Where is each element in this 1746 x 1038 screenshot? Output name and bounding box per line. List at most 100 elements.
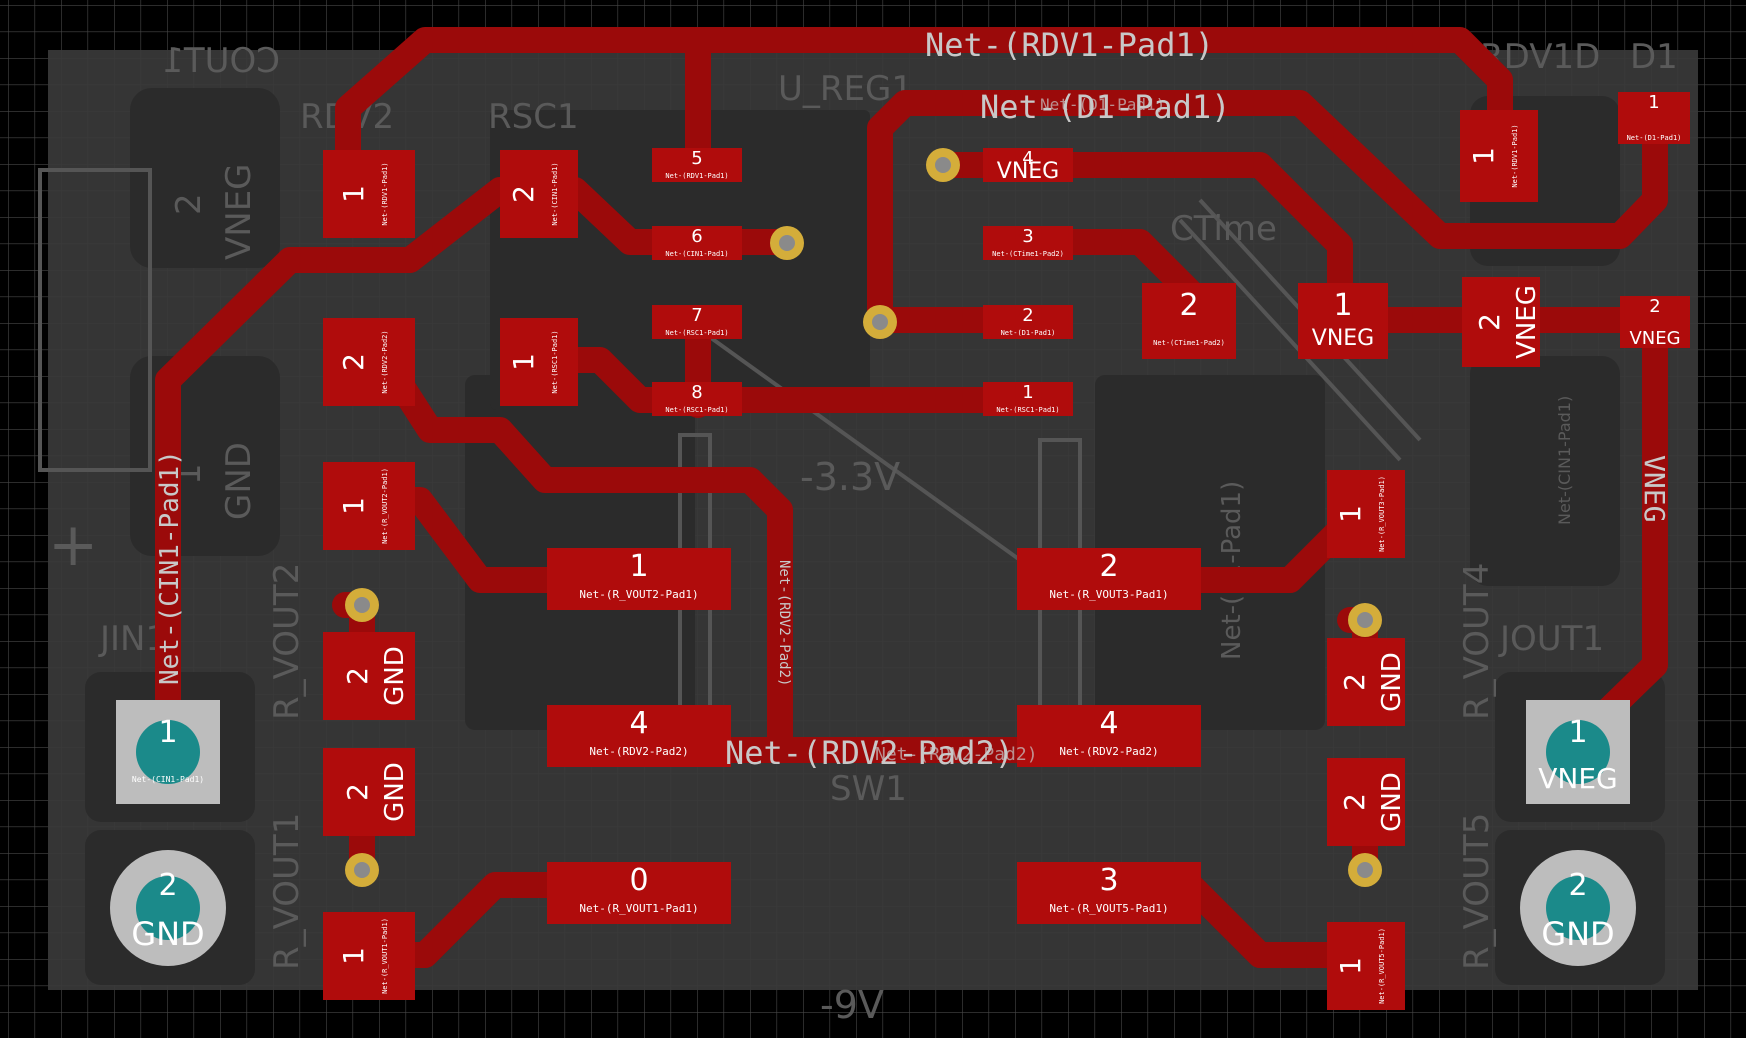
via[interactable]: [863, 305, 897, 339]
smd-pad[interactable]: 3 Net-(R_VOUT5-Pad1): [1017, 862, 1201, 924]
pad-net-label: Net-(R_VOUT3-Pad1): [1049, 588, 1168, 601]
smd-pad[interactable]: 3 Net-(CTime1-Pad2): [983, 226, 1073, 260]
pad-net-label: VNEG: [1312, 326, 1374, 351]
smd-pad[interactable]: 2 Net-(R_VOUT3-Pad1): [1017, 548, 1201, 610]
smd-pad[interactable]: 1 Net-(R_VOUT2-Pad1): [547, 548, 731, 610]
pad-net-label: Net-(R_VOUT2-Pad1): [579, 588, 698, 601]
net-label-rdv1: Net-(RDV1-Pad1): [925, 26, 1214, 64]
pad-net-label: Net-(RDV1-Pad1): [381, 162, 389, 225]
smd-pad[interactable]: 5 Net-(RDV1-Pad1): [652, 148, 742, 182]
pad-number: 1: [337, 497, 370, 515]
smd-pad[interactable]: 1 Net-(D1-Pad1): [1618, 92, 1690, 144]
connector-jin1-pin2[interactable]: 2 GND: [110, 850, 226, 966]
pad-number: 1: [1334, 957, 1367, 975]
net-label-cin1: Net-(CIN1-Pad1): [155, 450, 185, 685]
via[interactable]: [926, 148, 960, 182]
smd-pad[interactable]: 1 Net-(R_VOUT2-Pad1): [323, 462, 415, 550]
pad-number: 2: [1473, 313, 1506, 331]
via[interactable]: [345, 853, 379, 887]
pad-number: 1: [1648, 92, 1659, 113]
smd-pad[interactable]: 2 Net-(CIN1-Pad1): [500, 150, 578, 238]
pad-net-label: GND: [1377, 772, 1407, 832]
smd-pad[interactable]: 1 Net-(RSC1-Pad1): [500, 318, 578, 406]
net-label-vneg: VNEG: [1638, 455, 1671, 522]
smd-pad[interactable]: 1 Net-(RDV1-Pad1): [323, 150, 415, 238]
silk-plus: +: [48, 510, 98, 580]
pad-net-label: Net-(CIN1-Pad1): [665, 250, 728, 258]
pad-number: 8: [691, 382, 702, 403]
smd-pad[interactable]: 4 Net-(RDV2-Pad2): [1017, 705, 1201, 767]
pad-net-label: Net-(CTime1-Pad2): [992, 250, 1064, 258]
pad-number: 2: [1338, 673, 1371, 691]
smd-pad[interactable]: 2 Net-(CTime1-Pad2): [1142, 283, 1236, 359]
pad-number: 2: [1649, 296, 1660, 317]
smd-pad[interactable]: 8 Net-(RSC1-Pad1): [652, 382, 742, 416]
pcb-layout-canvas: COUT1 RDV2 RSC1 U_REG1 RDV1D D1 CTime -3…: [0, 0, 1746, 1038]
smd-pad[interactable]: 4 Net-(RDV2-Pad2): [547, 705, 731, 767]
pad-net-label: Net-(RDV1-Pad1): [665, 172, 728, 180]
pad-number: 2: [1099, 549, 1118, 584]
smd-pad[interactable]: 1 VNEG: [1298, 283, 1388, 359]
smd-pad[interactable]: 2 GND: [323, 632, 415, 720]
smd-pad[interactable]: 7 Net-(RSC1-Pad1): [652, 305, 742, 339]
connector-jin1-pin1[interactable]: 1 Net-(CIN1-Pad1): [116, 700, 220, 804]
silk-cout1: COUT1: [162, 41, 280, 81]
silk-sw1: SW1: [830, 769, 907, 809]
smd-pad[interactable]: 1 Net-(R_VOUT5-Pad1): [1327, 922, 1405, 1010]
pad-net-label: Net-(D1-Pad1): [1627, 134, 1682, 142]
pad-number: 1: [507, 353, 540, 371]
pad-number: 2: [341, 783, 374, 801]
silk-ctime: CTime: [1170, 209, 1277, 249]
smd-pad[interactable]: 2 GND: [1327, 758, 1407, 846]
smd-pad[interactable]: 4VNEG: [983, 148, 1073, 184]
pad-net-label: Net-(RDV1-Pad1): [1511, 124, 1519, 187]
smd-pad[interactable]: 0 Net-(R_VOUT1-Pad1): [547, 862, 731, 924]
smd-pad[interactable]: 2 VNEG: [1462, 277, 1542, 367]
pad-number: 1: [1022, 382, 1033, 403]
connector-jout1-pin2[interactable]: 2 GND: [1520, 850, 1636, 966]
pad-net-label: VNEG: [997, 159, 1059, 184]
pad-net-label: Net-(R_VOUT3-Pad1): [1378, 476, 1386, 552]
pad-number: 1: [1467, 147, 1500, 165]
smd-pad[interactable]: 2 Net-(D1-Pad1): [983, 305, 1073, 339]
via[interactable]: [1348, 853, 1382, 887]
connector-jout1-pin1[interactable]: 1 VNEG: [1526, 700, 1630, 804]
smd-pad[interactable]: 2 VNEG: [1620, 296, 1690, 349]
smd-pad[interactable]: 2 GND: [323, 748, 415, 836]
pad-net-label: Net-(RSC1-Pad1): [996, 406, 1059, 414]
pad-number: 4: [1099, 706, 1118, 741]
silk-rsc1: RSC1: [488, 97, 579, 137]
smd-pad[interactable]: 2 Net-(RDV2-Pad2): [323, 318, 415, 406]
pad-net-label: GND: [380, 762, 410, 822]
smd-pad[interactable]: 1 Net-(RDV1-Pad1): [1460, 110, 1538, 202]
via[interactable]: [345, 588, 379, 622]
pad-net-label: Net-(R_VOUT5-Pad1): [1049, 902, 1168, 915]
svg-text:GND: GND: [1541, 915, 1614, 953]
pad-number: 1: [337, 185, 370, 203]
svg-text:1: 1: [158, 715, 177, 750]
smd-pad[interactable]: 6 Net-(CIN1-Pad1): [652, 226, 742, 260]
pad-number: 5: [691, 148, 702, 169]
pad-net-label: Net-(R_VOUT1-Pad1): [579, 902, 698, 915]
pad-net-label: Net-(RSC1-Pad1): [665, 406, 728, 414]
via[interactable]: [1348, 603, 1382, 637]
svg-text:2: 2: [1568, 868, 1587, 903]
net-label-rdv2-vertical: Net-(RDV2-Pad2): [776, 560, 792, 686]
smd-pad[interactable]: 1 Net-(RSC1-Pad1): [983, 382, 1073, 416]
pad-net-label: Net-(RDV2-Pad2): [1059, 745, 1158, 758]
smd-pad[interactable]: 1 Net-(R_VOUT1-Pad1): [323, 912, 415, 1000]
smd-pad[interactable]: 1 Net-(R_VOUT3-Pad1): [1327, 470, 1405, 558]
svg-text:Net-(CIN1-Pad1): Net-(CIN1-Pad1): [132, 775, 204, 784]
pad-number: 1: [1334, 505, 1367, 523]
silk-r-vout2: R_VOUT2: [267, 563, 307, 720]
pad-number: 1: [337, 947, 370, 965]
via[interactable]: [770, 226, 804, 260]
silk-cin1-pad: Net-(CIN1-Pad1): [1555, 396, 1574, 525]
pad-net-label: VNEG: [1512, 285, 1542, 359]
smd-pad[interactable]: 2 GND: [1327, 638, 1407, 726]
pad-net-label: Net-(R_VOUT5-Pad1): [1378, 928, 1386, 1004]
pad-net-label: Net-(D1-Pad1): [1001, 329, 1056, 337]
silk-r-vout1: R_VOUT1: [267, 813, 307, 970]
pad-number: 2: [1179, 288, 1198, 323]
pad-number: 1: [1333, 288, 1352, 323]
